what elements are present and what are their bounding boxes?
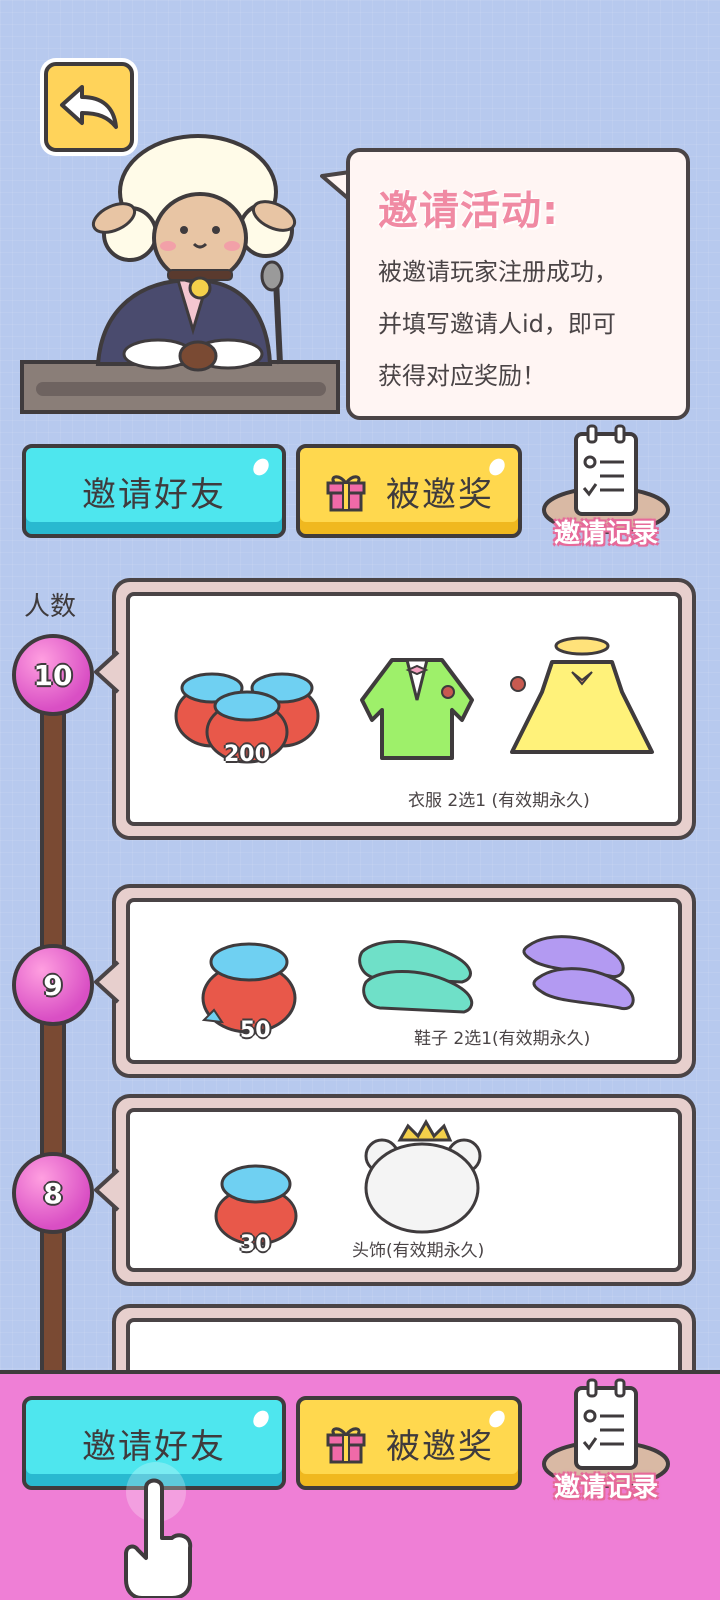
yellow-dress-icon (510, 636, 654, 754)
bear-headwear-icon (364, 1118, 482, 1234)
invited-reward-label: 被邀奖 (386, 474, 494, 515)
invite-friends-label: 邀请好友 (82, 474, 226, 515)
back-arrow-icon (60, 85, 118, 129)
event-description: 被邀请玩家注册成功， 并填写邀请人id，即可 获得对应奖励！ (378, 258, 618, 390)
gem-count-30: 30 (240, 1232, 271, 1257)
event-title: 邀请活动: (378, 188, 559, 234)
bottom-invited-reward-button[interactable]: 被邀奖 (296, 1396, 522, 1490)
invite-record-button[interactable]: 邀请记录 (536, 424, 676, 554)
invite-friends-button[interactable]: 邀请好友 (22, 444, 286, 538)
bottom-invite-record-label: 邀请记录 (553, 1473, 658, 1503)
green-suit-icon (360, 658, 474, 760)
reward-caption-9: 鞋子 2选1(有效期永久) (414, 1029, 591, 1049)
gem-count-200: 200 (224, 742, 270, 767)
card-pointer-8 (94, 1168, 120, 1212)
reward-caption-10: 衣服 2选1 (有效期永久) (408, 791, 590, 811)
reward-caption-8: 头饰(有效期永久) (352, 1241, 485, 1261)
gift-icon (326, 1427, 366, 1464)
sheep-mascot-illustration (20, 134, 340, 414)
pointing-hand-icon (124, 1462, 193, 1598)
card-pointer-9 (94, 960, 120, 1004)
card-pointer-10 (94, 650, 120, 694)
gift-icon (326, 475, 366, 512)
milestone-badge-9: 9 (12, 944, 94, 1026)
purple-shoes-icon (522, 935, 635, 1011)
bottom-invite-record-button[interactable]: 邀请记录 (536, 1378, 676, 1508)
milestone-badge-10: 10 (12, 634, 94, 716)
event-info-bubble: 邀请活动: 被邀请玩家注册成功， 并填写邀请人id，即可 获得对应奖励！ (346, 148, 690, 420)
invite-record-label: 邀请记录 (553, 519, 658, 549)
teal-shoes-icon (358, 940, 474, 1014)
milestone-badge-8: 8 (12, 1152, 94, 1234)
reward-card-9: 50 鞋子 2选1(有效期永久) (112, 884, 696, 1078)
progress-track (40, 680, 66, 1400)
invited-reward-button[interactable]: 被邀奖 (296, 444, 522, 538)
bottom-invited-reward-label: 被邀奖 (386, 1426, 494, 1467)
gem-count-50: 50 (240, 1018, 271, 1043)
reward-card-10: 200 衣服 2选1 (有效期永久) (112, 578, 696, 840)
people-count-label: 人数 (24, 592, 77, 622)
reward-card-8: 30 头饰(有效期永久) (112, 1094, 696, 1286)
